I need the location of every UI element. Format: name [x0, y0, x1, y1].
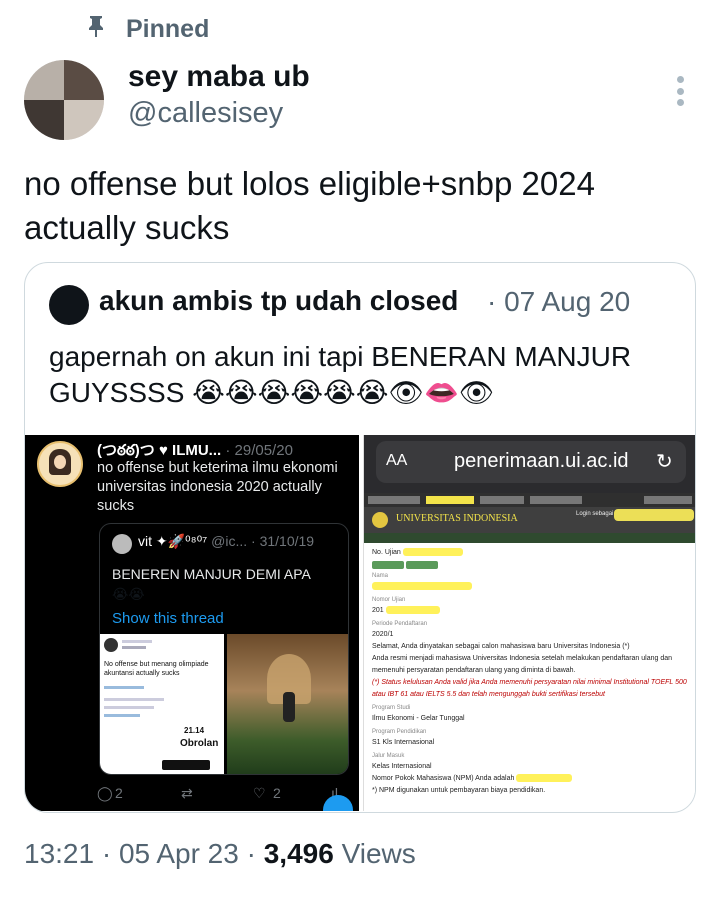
author-name[interactable]: sey maba ub [128, 60, 310, 94]
ss-quote-handle: @ic... [211, 533, 248, 549]
ss-inner-word: Obrolan [180, 738, 219, 749]
tweet-timestamp: 13:21 · 05 Apr 23 · [24, 838, 264, 869]
browser-url: penerimaan.ui.ac.id [454, 450, 629, 472]
ss-name: (つఠఠ)つ ♥ ILMU... [97, 442, 222, 459]
nama-label: Nama [372, 573, 389, 579]
screenshot-right[interactable]: AA penerimaan.ui.ac.id ↻ UNIVERSITAS IND… [363, 435, 695, 811]
quote-author-name: akun ambis tp udah closed [99, 285, 459, 316]
npm-text: Nomor Pokok Mahasiswa (NPM) Anda adalah [372, 775, 515, 782]
login-label: Login sebagai [576, 511, 614, 517]
jalur-label: Jalur Masuk [372, 753, 405, 759]
ss-quote-emoji: 😭😭 [112, 586, 145, 602]
npm-note: *) NPM digunakan untuk pembayaran biaya … [372, 787, 546, 794]
quote-text: gapernah on akun ini tapi BENERAN MANJUR… [49, 339, 679, 411]
browser-bar: AA penerimaan.ui.ac.id ↻ [364, 435, 695, 493]
program-studi: Ilmu Ekonomi - Gelar Tunggal [372, 715, 465, 722]
ss-inner-text: No offense but menang olimpiade akuntans… [104, 661, 209, 677]
status-text: (*) Status kelulusan Anda valid jika And… [372, 679, 687, 698]
screenshot-left[interactable]: (つఠఠ)つ ♥ ILMU... · 29/05/20 no offense b… [25, 435, 359, 811]
resmi-text: Anda resmi menjadi mahasiswa Universitas… [372, 655, 673, 674]
show-thread-link: Show this thread [112, 610, 224, 627]
site-header: UNIVERSITAS INDONESIA Login sebagai [364, 507, 695, 533]
view-count[interactable]: 3,496 [264, 838, 334, 869]
author-avatar[interactable] [24, 60, 104, 140]
nomor-ujian-label: Nomor Ujian [372, 597, 406, 603]
ui-logo [372, 512, 388, 528]
ss-quote-head: vit ✦🚀⁰⁸⁰⁷ @ic... · 31/10/19 [138, 533, 314, 550]
university-name: UNIVERSITAS INDONESIA [396, 513, 518, 524]
pin-icon [86, 14, 106, 45]
jalur: Kelas Internasional [372, 763, 432, 770]
ss-actions: ◯ 2 ⇄ ♡ 2 ıl [97, 783, 353, 807]
site-menu [364, 533, 695, 543]
program-pendidikan: S1 Kls Internasional [372, 739, 435, 746]
program-studi-label: Program Studi [372, 705, 411, 711]
browser-url-box: AA penerimaan.ui.ac.id ↻ [376, 441, 686, 483]
ss-reply-count: 2 [115, 785, 123, 801]
nomor-ujian: 201 [372, 607, 384, 614]
ss-inner-num: 21.14 [184, 726, 205, 735]
selamat-text: Selamat, Anda dinyatakan sebagai calon m… [372, 643, 630, 650]
ss-quote: vit ✦🚀⁰⁸⁰⁷ @ic... · 31/10/19 BENEREN MAN… [99, 523, 349, 775]
author-handle[interactable]: @callesisey [128, 97, 283, 130]
ss-reply-icon: ◯ [97, 785, 113, 801]
ss-quote-name: vit ✦🚀⁰⁸⁰⁷ [138, 533, 208, 549]
ss-inner-image: No offense but menang olimpiade akuntans… [100, 634, 224, 774]
result-body: No. Ujian Nama Nomor Ujian 201 Periode P… [364, 543, 695, 811]
quote-date: · 07 Aug 20 [487, 286, 631, 317]
ss-text: no offense but keterima ilmu ekonomi uni… [97, 460, 338, 514]
ss-avatar [37, 441, 83, 487]
ss-quote-date: · 31/10/19 [251, 533, 315, 549]
ss-like-icon: ♡ [253, 785, 266, 801]
periode: 2020/1 [372, 631, 394, 638]
quote-avatar [49, 285, 89, 325]
views-label: Views [333, 838, 416, 869]
ss-photo [227, 634, 348, 774]
tweet-meta: 13:21 · 05 Apr 23 · 3,496 Views [24, 838, 416, 870]
no-ujian-label: No. Ujian [372, 549, 401, 556]
ss-quote-avatar [112, 534, 132, 554]
pinned-indicator: Pinned [86, 12, 209, 46]
ss-quote-text: BENEREN MANJUR DEMI APA [112, 566, 311, 582]
periode-label: Periode Pendaftaran [372, 621, 428, 627]
ss-like-count: 2 [273, 785, 281, 801]
reload-icon: ↻ [656, 451, 673, 473]
ss-retweet-icon: ⇄ [181, 785, 193, 801]
ss-date: · 29/05/20 [225, 442, 293, 459]
quote-tweet[interactable]: akun ambis tp udah closed · 07 Aug 20 ga… [24, 262, 696, 813]
site-nav [364, 493, 695, 507]
quote-emojis: 😭😭😭😭😭😭👁👄👁 [192, 377, 495, 408]
program-pendidikan-label: Program Pendidikan [372, 729, 427, 735]
more-options-icon[interactable] [668, 76, 692, 106]
pinned-label: Pinned [126, 14, 210, 43]
tweet-text: no offense but lolos eligible+snbp 2024 … [24, 165, 595, 246]
reader-icon: AA [386, 452, 408, 469]
